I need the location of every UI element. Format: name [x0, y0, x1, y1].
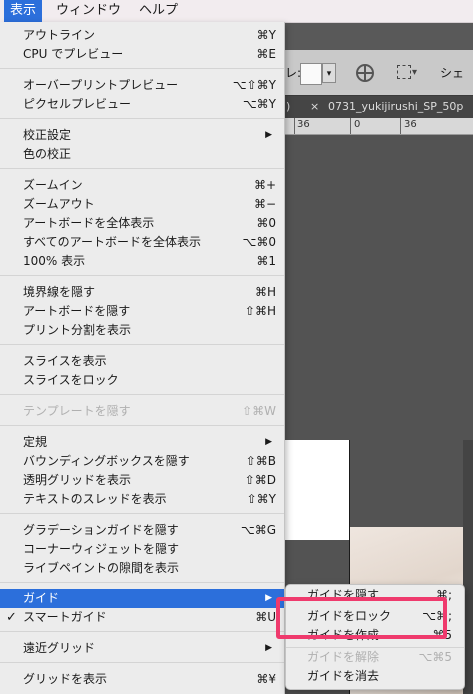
menu-item-perspective-grid[interactable]: 遠近グリッド ▶ — [0, 639, 284, 658]
view-menu-dropdown: アウトライン ⌘Y CPU でプレビュー ⌘E オーバープリントプレビュー ⌥⇧⌘Y … — [0, 22, 285, 694]
menu-separator — [0, 513, 284, 514]
menu-separator — [0, 168, 284, 169]
ruler-tick — [400, 118, 401, 134]
menu-separator — [0, 394, 284, 395]
menu-item-guides[interactable]: ガイド ▶ — [0, 589, 284, 608]
menu-separator — [0, 118, 284, 119]
menu-separator — [0, 631, 284, 632]
menu-separator — [0, 662, 284, 663]
menu-item-cpu-preview[interactable]: CPU でプレビュー ⌘E — [0, 45, 284, 64]
menu-item-rulers[interactable]: 定規 ▶ — [0, 433, 284, 452]
menu-item-pixel-preview[interactable]: ピクセルプレビュー ⌥⌘Y — [0, 95, 284, 114]
menu-item-actual-size[interactable]: 100% 表示 ⌘1 — [0, 252, 284, 271]
menu-item-hide-template: テンプレートを隠す ⇧⌘W — [23, 404, 276, 418]
selection-icon[interactable] — [397, 65, 411, 79]
menu-item-zoom-in[interactable]: ズームイン ⌘+ — [0, 176, 284, 195]
tab-previous[interactable]: ) — [286, 96, 290, 118]
toolbar-right-label[interactable]: シェ — [440, 63, 464, 83]
menu-separator — [0, 68, 284, 69]
menu-item-proof-colors[interactable]: 色の校正 — [0, 145, 284, 164]
ruler-tick — [350, 118, 351, 134]
submenu-item-clear-guides[interactable]: ガイドを消去 — [286, 667, 464, 686]
menu-item-live-paint-gaps[interactable]: ライブペイントの隙間を表示 — [0, 559, 284, 578]
menu-separator — [0, 344, 284, 345]
menu-item-hide-artboards[interactable]: アートボードを隠す ⇧⌘H — [0, 302, 284, 321]
menu-item-transparency-grid[interactable]: 透明グリッドを表示 ⇧⌘D — [0, 471, 284, 490]
menu-separator — [0, 275, 284, 276]
ruler-label: 36 — [297, 119, 310, 130]
document-tab-bar: ) × 0731_yukijirushi_SP_50p — [280, 95, 473, 118]
menu-separator — [0, 425, 284, 426]
globe-icon[interactable] — [356, 64, 374, 82]
menu-item-hide-bounding-box[interactable]: バウンディングボックスを隠す ⇧⌘B — [0, 452, 284, 471]
menu-item-outline[interactable]: アウトライン ⌘Y — [0, 26, 284, 45]
annotation-highlight-box — [276, 597, 447, 639]
menu-item-proof-setup[interactable]: 校正設定 ▶ — [0, 126, 284, 145]
menu-item-hide-gradient-annotator[interactable]: グラデーションガイドを隠す ⌥⌘G — [0, 521, 284, 540]
horizontal-ruler[interactable]: 36 0 36 — [280, 118, 473, 135]
menu-item-print-tiling[interactable]: プリント分割を表示 — [0, 321, 284, 340]
chevron-down-icon[interactable]: ▾ — [412, 63, 417, 83]
ruler-label: 0 — [354, 119, 361, 130]
ruler-tick — [294, 118, 295, 134]
tab-document[interactable]: 0731_yukijirushi_SP_50p — [328, 96, 463, 118]
menu-item-fit-artboard[interactable]: アートボードを全体表示 ⌘0 — [0, 214, 284, 233]
submenu-arrow-icon: ▶ — [265, 130, 272, 140]
menu-view[interactable]: 表示 — [4, 0, 43, 22]
menu-item-hide-edges[interactable]: 境界線を隠す ⌘H — [0, 283, 284, 302]
submenu-arrow-icon: ▶ — [265, 593, 272, 603]
menu-separator — [0, 582, 284, 583]
menu-item-show-grid[interactable]: グリッドを表示 ⌘¥ — [0, 670, 284, 689]
stroke-label: レ: — [285, 66, 302, 80]
submenu-arrow-icon: ▶ — [265, 643, 272, 653]
menu-item-zoom-out[interactable]: ズームアウト ⌘− — [0, 195, 284, 214]
menu-help[interactable]: ヘルプ — [133, 0, 184, 22]
close-icon[interactable]: × — [310, 96, 319, 118]
submenu-item-release-guides: ガイドを解除 ⌥⌘5 — [307, 650, 452, 664]
menu-bar: 表示 ウィンドウ ヘルプ — [0, 0, 473, 23]
menu-item-smart-guides[interactable]: ✓ スマートガイド ⌘U — [0, 608, 284, 627]
menu-item-lock-slices[interactable]: スライスをロック — [0, 371, 284, 390]
submenu-arrow-icon: ▶ — [265, 437, 272, 447]
menu-item-show-slices[interactable]: スライスを表示 — [0, 352, 284, 371]
chevron-down-icon[interactable]: ▾ — [322, 63, 336, 83]
menu-window[interactable]: ウィンドウ — [50, 0, 127, 22]
menu-item-overprint-preview[interactable]: オーバープリントプレビュー ⌥⇧⌘Y — [0, 76, 284, 95]
artboard[interactable] — [280, 440, 350, 540]
ruler-label: 36 — [404, 119, 417, 130]
menu-item-hide-corner-widget[interactable]: コーナーウィジェットを隠す — [0, 540, 284, 559]
checkmark-icon: ✓ — [6, 610, 17, 625]
stroke-color-swatch[interactable] — [300, 63, 322, 85]
menu-item-text-threads[interactable]: テキストのスレッドを表示 ⇧⌘Y — [0, 490, 284, 509]
menu-item-fit-all[interactable]: すべてのアートボードを全体表示 ⌥⌘0 — [0, 233, 284, 252]
